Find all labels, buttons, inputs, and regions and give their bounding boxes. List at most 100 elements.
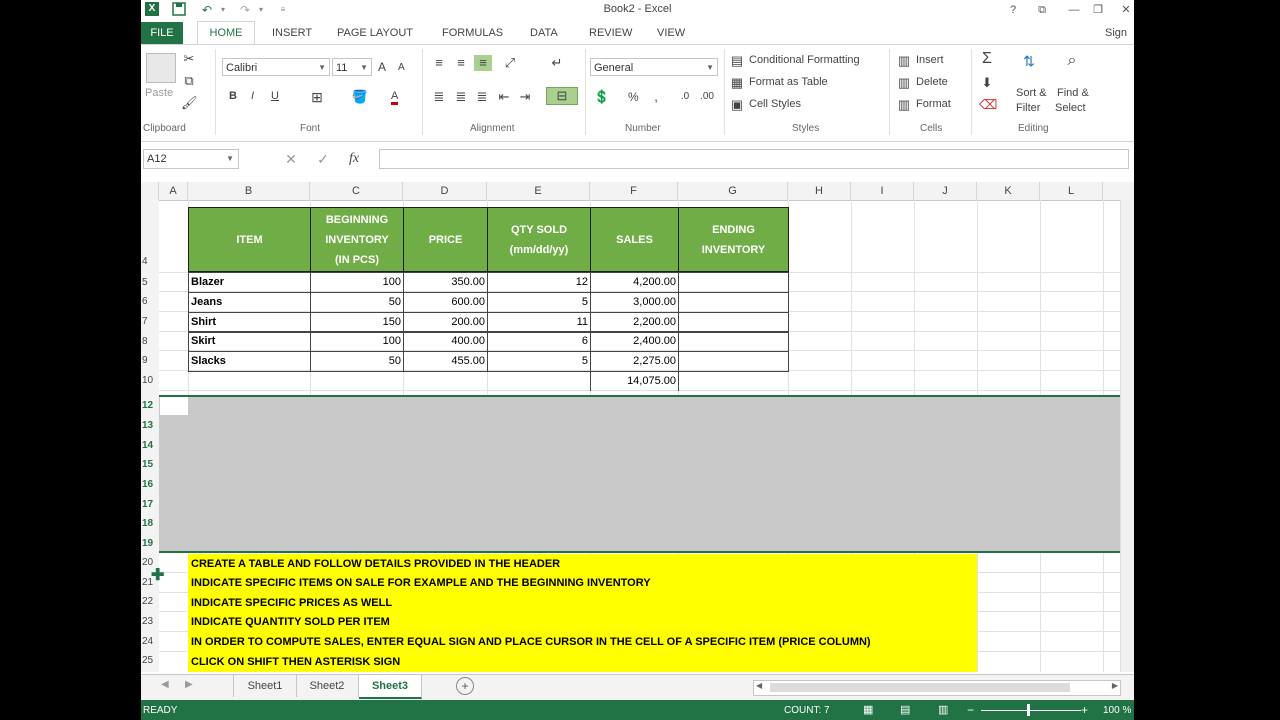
row-header[interactable]: 10 (141, 375, 159, 386)
row-header[interactable]: 12 (141, 400, 159, 411)
cell-ending[interactable] (678, 331, 789, 352)
row-header[interactable]: 6 (141, 296, 159, 307)
active-cell[interactable] (160, 397, 188, 415)
cell-sales[interactable]: 4,200.00 (590, 272, 679, 293)
formula-input[interactable] (379, 149, 1129, 169)
align-top-icon[interactable]: ≡ (431, 55, 447, 71)
cell-item[interactable]: Jeans (188, 292, 311, 313)
tab-page-layout[interactable]: PAGE LAYOUT (337, 24, 413, 42)
merge-center-icon[interactable]: ⊟ (546, 87, 578, 105)
decrease-indent-icon[interactable]: ⇤ (496, 89, 512, 105)
page-break-view-icon[interactable]: ▥ (938, 703, 948, 716)
instruction-note[interactable]: CREATE A TABLE AND FOLLOW DETAILS PROVID… (188, 554, 977, 574)
row-header[interactable]: 25 (141, 655, 159, 666)
cell-qty[interactable]: 5 (487, 351, 591, 372)
underline-button[interactable]: U (271, 90, 279, 102)
tab-formulas[interactable]: FORMULAS (442, 24, 503, 42)
row-header[interactable]: 9 (141, 355, 159, 366)
clear-icon[interactable]: ⌫ (979, 97, 997, 113)
row-header[interactable]: 8 (141, 336, 159, 347)
bold-button[interactable]: B (229, 90, 237, 102)
column-header[interactable]: F (590, 182, 678, 200)
cell-beginning[interactable]: 150 (310, 312, 404, 333)
sort-label[interactable]: Sort & (1016, 87, 1047, 99)
cell-item[interactable]: Slacks (188, 351, 311, 372)
cell-ending[interactable] (678, 292, 789, 313)
column-header[interactable]: C (310, 182, 403, 200)
cell-price[interactable]: 600.00 (403, 292, 488, 313)
zoom-slider[interactable] (981, 710, 1081, 711)
column-header[interactable]: D (403, 182, 487, 200)
align-center-icon[interactable]: ≣ (453, 89, 469, 105)
scroll-right-icon[interactable]: ▶ (1112, 681, 1118, 690)
format-cells-icon[interactable]: ▥ (897, 97, 911, 113)
row-header[interactable]: 16 (141, 479, 159, 490)
vertical-scrollbar[interactable] (1120, 200, 1134, 672)
row-header[interactable]: 14 (141, 440, 159, 451)
align-middle-icon[interactable]: ≡ (453, 55, 469, 71)
scroll-left-icon[interactable]: ◀ (756, 681, 762, 690)
align-right-icon[interactable]: ≣ (474, 89, 490, 105)
sheet-tab-sheet3[interactable]: Sheet3 (359, 675, 422, 699)
cell-beginning[interactable]: 100 (310, 331, 404, 352)
cell-sales[interactable]: 3,000.00 (590, 292, 679, 313)
tab-file[interactable]: FILE (141, 22, 183, 44)
cell-qty[interactable]: 5 (487, 292, 591, 313)
cut-icon[interactable]: ✂ (181, 51, 197, 67)
align-left-icon[interactable]: ≣ (431, 89, 447, 105)
cell-item[interactable]: Shirt (188, 312, 311, 333)
insert-cells-button[interactable]: Insert (916, 54, 944, 66)
fill-icon[interactable]: ⬇ (979, 75, 995, 91)
zoom-slider-handle[interactable] (1027, 704, 1030, 716)
instruction-note[interactable]: INDICATE QUANTITY SOLD PER ITEM (188, 612, 977, 632)
cell-item[interactable]: Skirt (188, 331, 311, 352)
row-header[interactable]: 17 (141, 499, 159, 510)
row-header[interactable]: 22 (141, 596, 159, 607)
sheet-tab-sheet1[interactable]: Sheet1 (233, 675, 297, 697)
row-header[interactable]: 24 (141, 636, 159, 647)
scroll-left-icon[interactable]: ◀ (161, 679, 169, 690)
cell-qty[interactable]: 12 (487, 272, 591, 293)
borders-icon[interactable]: ⊞ (309, 89, 325, 105)
row-header[interactable]: 5 (141, 277, 159, 288)
cell-sales[interactable]: 2,200.00 (590, 312, 679, 333)
column-header[interactable]: E (487, 182, 590, 200)
header-ending-inventory[interactable]: ENDING INVENTORY (678, 207, 789, 272)
row-header[interactable]: 19 (141, 538, 159, 549)
increase-indent-icon[interactable]: ⇥ (517, 89, 533, 105)
cell-beginning[interactable]: 100 (310, 272, 404, 293)
select-label[interactable]: Select (1055, 102, 1086, 114)
cell-price[interactable]: 400.00 (403, 331, 488, 352)
increase-decimal-icon[interactable]: .0 (676, 89, 694, 105)
instruction-note[interactable]: INDICATE SPECIFIC ITEMS ON SALE FOR EXAM… (188, 573, 977, 593)
percent-style-button[interactable]: % (628, 90, 639, 104)
help-button[interactable]: ? (1002, 1, 1024, 19)
tab-insert[interactable]: INSERT (272, 24, 312, 42)
font-name-combo[interactable]: Calibri ▼ (222, 58, 330, 76)
new-sheet-button[interactable]: + (456, 677, 474, 695)
conditional-formatting-icon[interactable]: ▤ (730, 53, 744, 69)
cell-price[interactable]: 350.00 (403, 272, 488, 293)
maximize-button[interactable]: ❐ (1087, 1, 1109, 19)
horizontal-scrollbar[interactable]: ◀ ▶ (753, 680, 1121, 696)
font-color-button[interactable]: A (391, 90, 399, 105)
conditional-formatting-button[interactable]: Conditional Formatting (749, 54, 860, 66)
wrap-text-icon[interactable]: ↵ (549, 55, 565, 71)
column-header[interactable]: I (851, 182, 914, 200)
copy-icon[interactable]: ⧉ (181, 73, 197, 89)
column-header[interactable]: L (1040, 182, 1103, 200)
format-as-table-icon[interactable]: ▦ (730, 75, 744, 91)
fill-color-icon[interactable]: 🪣 (351, 89, 369, 105)
decrease-decimal-icon[interactable]: .00 (698, 89, 716, 105)
shrink-font-button[interactable]: A (398, 62, 405, 73)
grow-font-button[interactable]: A (378, 60, 386, 74)
cell-sales[interactable]: 2,400.00 (590, 331, 679, 352)
instruction-note[interactable]: CLICK ON SHIFT THEN ASTERISK SIGN (188, 652, 977, 672)
column-header[interactable]: K (977, 182, 1040, 200)
header-beginning-inventory[interactable]: BEGINNING INVENTORY (IN PCS) (310, 207, 404, 272)
sort-filter-icon[interactable]: ⇅ (1016, 53, 1042, 69)
cell-styles-button[interactable]: Cell Styles (749, 98, 801, 110)
filter-label[interactable]: Filter (1016, 102, 1040, 114)
column-header[interactable]: B (188, 182, 310, 200)
cell-price[interactable]: 200.00 (403, 312, 488, 333)
